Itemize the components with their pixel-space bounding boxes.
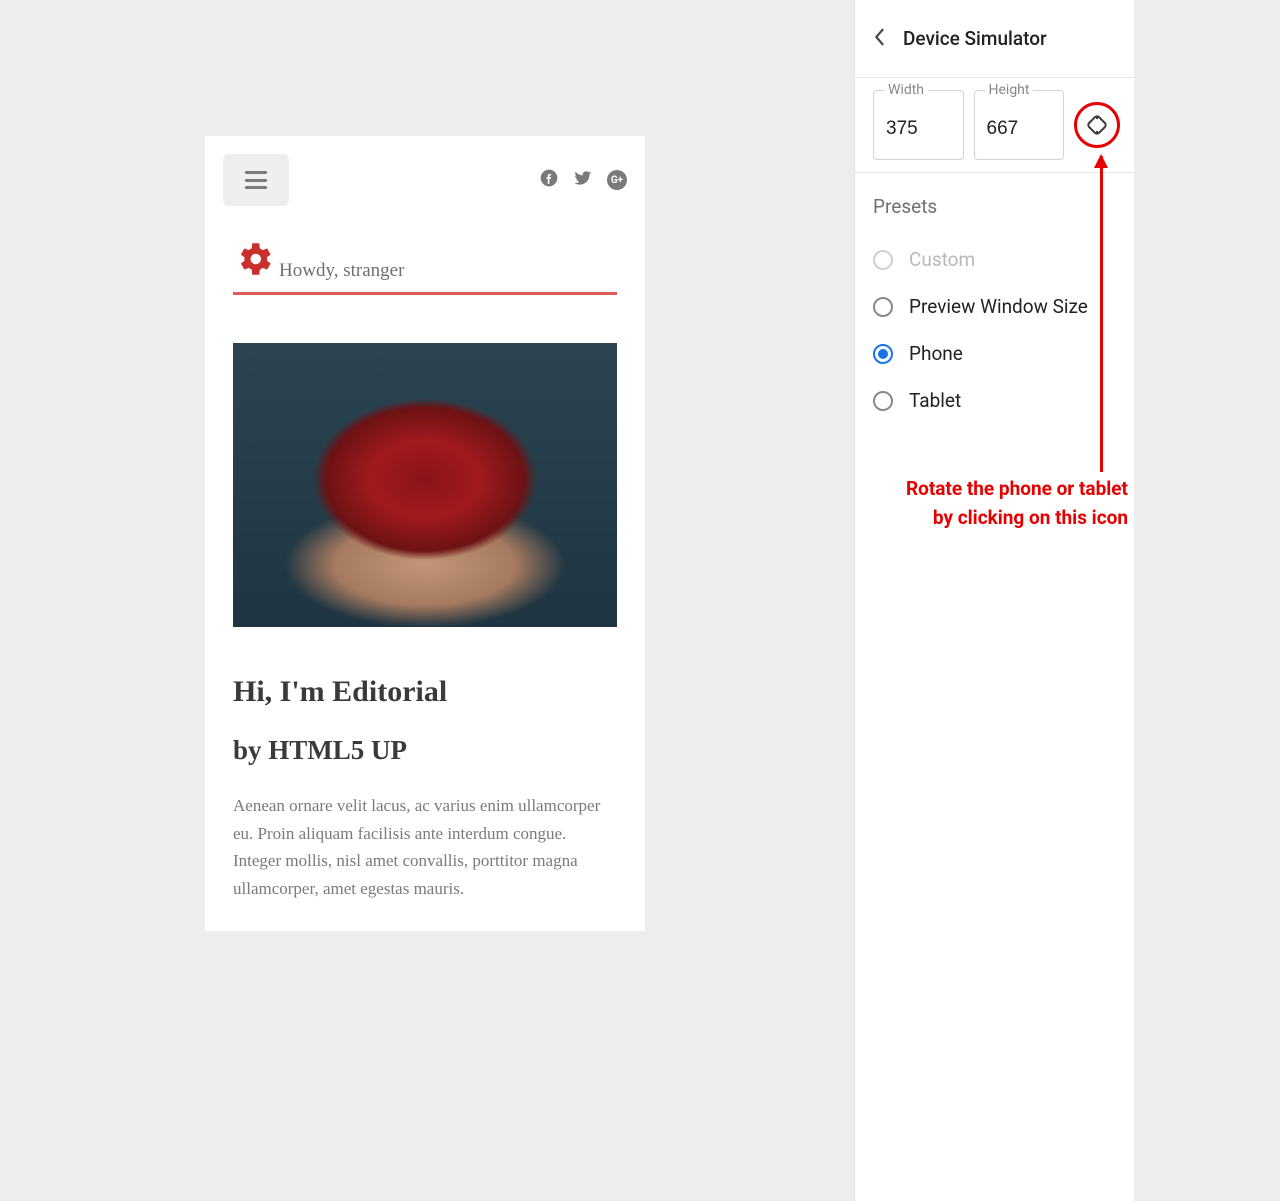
- preset-label: Phone: [909, 342, 963, 365]
- preset-custom[interactable]: Custom: [873, 236, 1116, 283]
- device-preview-frame: G+ Howdy, stranger Hi, I'm Editorial by …: [205, 136, 645, 931]
- preset-phone[interactable]: Phone: [873, 330, 1116, 377]
- height-input[interactable]: [987, 118, 1052, 140]
- feature-image: [233, 343, 617, 627]
- radio-icon: [873, 297, 893, 317]
- device-simulator-panel: Device Simulator Width Height Presets Cu…: [854, 0, 1134, 1201]
- chevron-left-icon: [873, 28, 885, 46]
- width-label: Width: [884, 82, 928, 98]
- height-field[interactable]: Height: [974, 90, 1065, 160]
- preset-label: Preview Window Size: [909, 295, 1088, 318]
- preset-label: Custom: [909, 248, 975, 271]
- site-logo-row: Howdy, stranger: [205, 214, 645, 292]
- preset-label: Tablet: [909, 389, 961, 412]
- gear-logo-icon: [233, 238, 275, 284]
- post-body: Hi, I'm Editorial by HTML5 UP Aenean orn…: [205, 627, 645, 902]
- width-field[interactable]: Width: [873, 90, 964, 160]
- preset-preview-window[interactable]: Preview Window Size: [873, 283, 1116, 330]
- presets-section: Presets Custom Preview Window Size Phone…: [855, 173, 1134, 446]
- preview-canvas: G+ Howdy, stranger Hi, I'm Editorial by …: [0, 0, 854, 1201]
- post-title: Hi, I'm Editorial: [233, 675, 617, 709]
- annotation-arrow: [1100, 156, 1103, 472]
- site-greeting: Howdy, stranger: [279, 260, 404, 284]
- rotate-button[interactable]: [1074, 102, 1120, 148]
- panel-header: Device Simulator: [855, 0, 1134, 78]
- preview-header: G+: [205, 136, 645, 214]
- hamburger-icon: [245, 171, 267, 189]
- height-label: Height: [985, 82, 1034, 98]
- dimension-controls: Width Height: [855, 78, 1134, 173]
- menu-button[interactable]: [223, 154, 289, 206]
- annotation-text: Rotate the phone or tablet by clicking o…: [870, 474, 1128, 533]
- width-input[interactable]: [886, 118, 951, 140]
- radio-icon: [873, 391, 893, 411]
- title-underline: [233, 292, 617, 295]
- post-copy: Aenean ornare velit lacus, ac varius eni…: [233, 792, 617, 902]
- social-icons: G+: [539, 168, 627, 192]
- facebook-icon[interactable]: [539, 168, 559, 192]
- radio-icon: [873, 250, 893, 270]
- panel-title: Device Simulator: [903, 27, 1047, 50]
- presets-heading: Presets: [873, 195, 1116, 218]
- preset-tablet[interactable]: Tablet: [873, 377, 1116, 424]
- back-button[interactable]: [873, 28, 885, 50]
- googleplus-icon[interactable]: G+: [607, 170, 627, 190]
- radio-icon: [873, 344, 893, 364]
- post-subtitle: by HTML5 UP: [233, 735, 617, 766]
- rotate-icon: [1085, 113, 1109, 137]
- twitter-icon[interactable]: [573, 169, 593, 191]
